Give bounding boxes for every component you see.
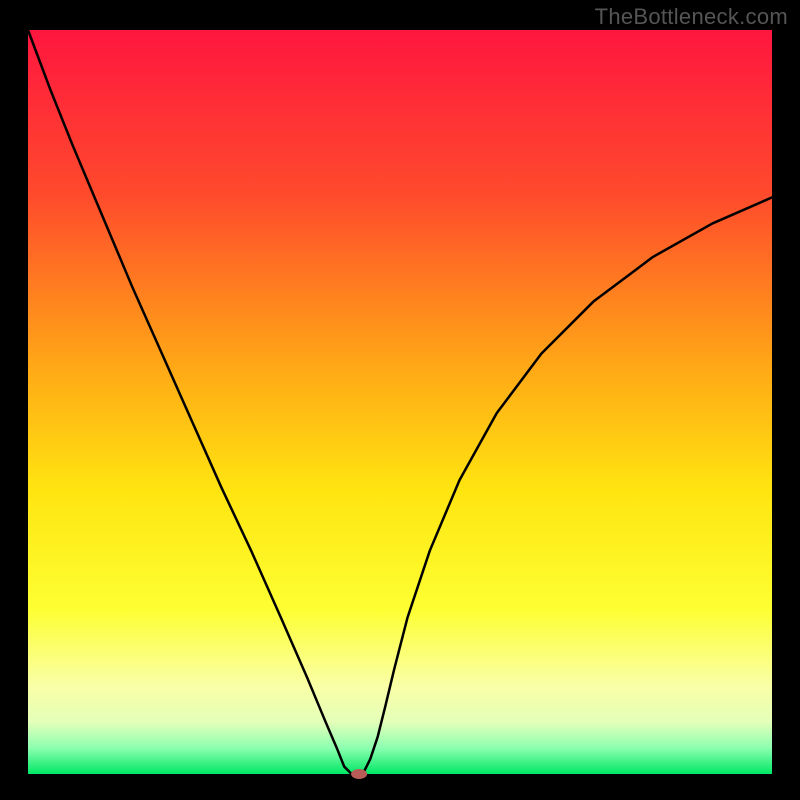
optimal-point-marker <box>351 769 367 779</box>
bottleneck-chart <box>0 0 800 800</box>
chart-frame: TheBottleneck.com <box>0 0 800 800</box>
plot-background <box>28 30 772 774</box>
